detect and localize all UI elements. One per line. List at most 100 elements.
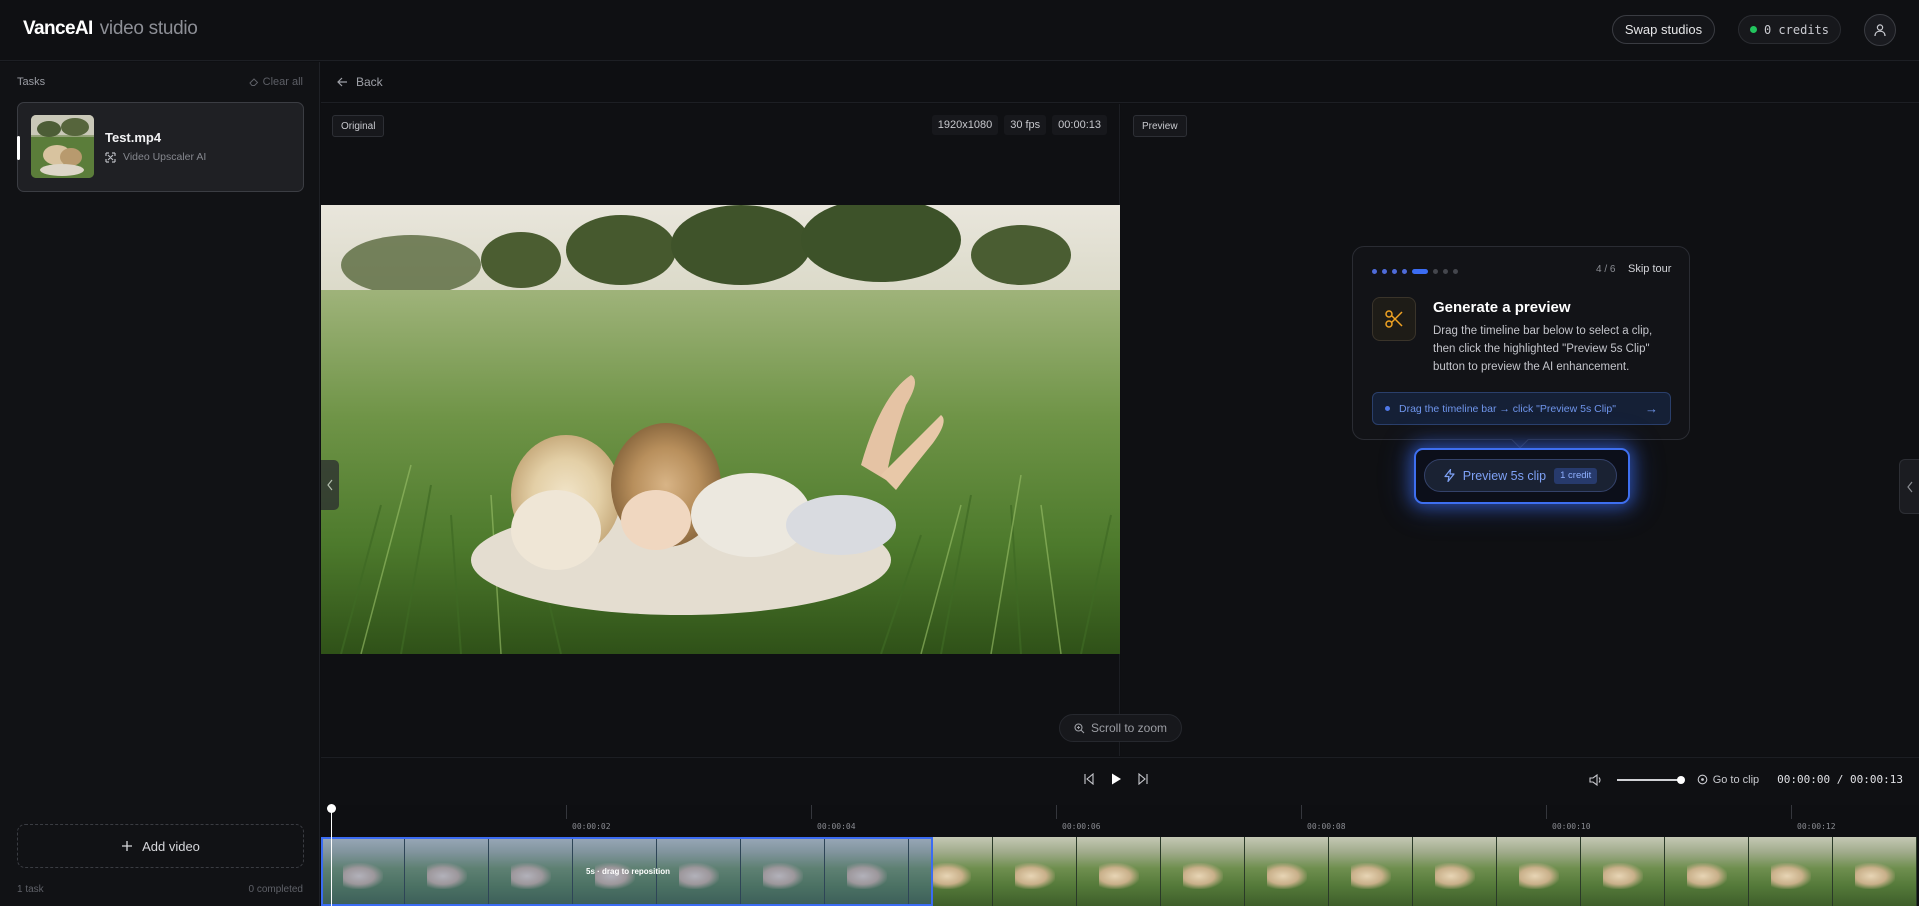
target-icon — [1697, 774, 1708, 785]
back-button[interactable]: Back — [337, 75, 383, 89]
scissors-icon — [1385, 310, 1403, 328]
credit-cost-badge: 1 credit — [1554, 467, 1598, 484]
tour-progress-dots — [1372, 269, 1458, 274]
tasks-sidebar: Tasks Clear all Test.mp4 Video Upscaler … — [0, 62, 320, 906]
tour-step-counter: 4 / 6 — [1596, 264, 1616, 275]
volume-icon[interactable] — [1589, 773, 1603, 786]
tour-dot — [1402, 269, 1407, 274]
original-pane: Original 1920x1080 30 fps 00:00:13 — [321, 104, 1120, 756]
eraser-icon — [248, 78, 258, 86]
collapse-sidebar-handle[interactable] — [321, 460, 339, 510]
original-video[interactable] — [321, 205, 1120, 654]
duration-chip: 00:00:13 — [1052, 115, 1107, 135]
zoom-icon — [1074, 722, 1085, 733]
task-tool-name: Video Upscaler AI — [123, 151, 207, 163]
tour-hint-text: Drag the timeline bar → click "Preview 5… — [1399, 402, 1616, 415]
completed-count: 0 completed — [248, 884, 303, 895]
volume-slider-knob[interactable] — [1676, 775, 1685, 784]
selection-label: 5s · drag to reposition — [586, 867, 671, 876]
credits-status-dot — [1749, 26, 1757, 33]
tour-dot — [1382, 269, 1387, 274]
tour-dot — [1433, 269, 1438, 274]
chevron-left-icon — [327, 479, 333, 491]
task-thumbnail — [31, 115, 94, 178]
play-icon[interactable] — [1109, 772, 1123, 786]
ruler-tick — [566, 805, 567, 819]
onboarding-tour-card: 4 / 6 Skip tour Generate a preview Drag … — [1352, 246, 1690, 449]
active-task-indicator — [17, 136, 20, 160]
timeline-frame — [1077, 837, 1161, 906]
skip-tour-button[interactable]: Skip tour — [1628, 263, 1671, 275]
timeline-frame — [1413, 837, 1497, 906]
chevron-left-icon — [1906, 481, 1912, 492]
ruler-tick-label: 00:00:06 — [1062, 822, 1101, 831]
clear-all-button[interactable]: Clear all — [248, 76, 303, 88]
clear-all-label: Clear all — [262, 76, 303, 88]
ruler-tick-label: 00:00:08 — [1307, 822, 1346, 831]
top-bar: VanceAI video studio Swap studios 0 cred… — [0, 0, 1919, 61]
tour-dot — [1372, 269, 1377, 274]
timeline-frame — [1497, 837, 1581, 906]
timeline-frame — [1245, 837, 1329, 906]
ruler-tick — [1791, 805, 1792, 819]
playback-time: 00:00:00 / 00:00:13 — [1777, 773, 1903, 786]
add-video-button[interactable]: Add video — [17, 824, 304, 868]
arrow-right-icon: → — [1645, 401, 1658, 416]
ruler-tick-label: 00:00:02 — [572, 822, 611, 831]
add-video-label: Add video — [142, 838, 200, 854]
scroll-to-zoom-hint: Scroll to zoom — [1059, 714, 1182, 742]
credits-pill[interactable]: 0 credits — [1738, 15, 1841, 44]
task-filename: Test.mp4 — [105, 130, 162, 145]
timeline-frame — [1833, 837, 1917, 906]
user-icon — [1874, 24, 1886, 37]
volume-slider[interactable] — [1616, 775, 1685, 784]
credits-label: 0 credits — [1763, 22, 1830, 37]
playhead-handle[interactable] — [327, 804, 336, 813]
resolution-chip: 1920x1080 — [931, 115, 999, 135]
arrow-left-icon — [337, 77, 347, 87]
brand-name: VanceAI — [23, 18, 93, 39]
tour-body: Drag the timeline bar below to select a … — [1433, 325, 1653, 373]
task-count: 1 task — [17, 884, 44, 895]
task-tool-label: Video Upscaler AI — [105, 151, 206, 163]
plus-icon — [122, 841, 133, 851]
go-to-clip-label: Go to clip — [1712, 773, 1760, 786]
ruler-tick — [1546, 805, 1547, 819]
hint-dot — [1385, 406, 1390, 411]
tour-dot — [1443, 269, 1448, 274]
ruler-tick-label: 00:00:04 — [817, 822, 856, 831]
task-card[interactable]: Test.mp4 Video Upscaler AI — [17, 102, 304, 192]
ruler-tick — [1301, 805, 1302, 819]
ruler-tick-label: 00:00:10 — [1552, 822, 1591, 831]
original-tag: Original — [332, 115, 385, 137]
tour-dot — [1453, 269, 1458, 274]
user-avatar-button[interactable] — [1864, 14, 1896, 46]
preview-button-label: Preview 5s clip — [1462, 468, 1547, 483]
tour-title: Generate a preview — [1433, 299, 1571, 316]
timeline-ruler[interactable]: 00:00:02 00:00:04 00:00:06 00:00:08 00:0… — [321, 805, 1919, 837]
skip-forward-icon[interactable] — [1137, 773, 1149, 785]
upscale-icon — [105, 151, 116, 163]
ruler-tick-label: 00:00:12 — [1797, 822, 1836, 831]
tour-hint: Drag the timeline bar → click "Preview 5… — [1372, 392, 1671, 425]
timeline-frame — [1581, 837, 1665, 906]
tour-dot — [1392, 269, 1397, 274]
preview-5s-clip-button[interactable]: Preview 5s clip 1 credit — [1424, 459, 1617, 492]
clip-selection-bar[interactable]: 5s · drag to reposition — [321, 837, 933, 906]
tasks-heading: Tasks — [17, 76, 46, 88]
ruler-tick — [1056, 805, 1057, 819]
back-bar: Back — [321, 62, 1919, 103]
skip-back-icon[interactable] — [1083, 773, 1095, 785]
swap-studios-button[interactable]: Swap studios — [1612, 15, 1715, 44]
timeline-frame — [1161, 837, 1245, 906]
expand-panel-handle[interactable] — [1899, 459, 1919, 514]
fps-chip: 30 fps — [1004, 115, 1047, 135]
tour-icon-box — [1372, 297, 1416, 341]
lightning-icon — [1444, 469, 1455, 482]
brand-logo[interactable]: VanceAI video studio — [23, 18, 198, 40]
preview-tag: Preview — [1133, 115, 1187, 137]
playhead-line[interactable] — [331, 806, 332, 906]
go-to-clip-button[interactable]: Go to clip — [1697, 774, 1759, 786]
timeline-frame — [1329, 837, 1413, 906]
back-label: Back — [356, 75, 383, 89]
